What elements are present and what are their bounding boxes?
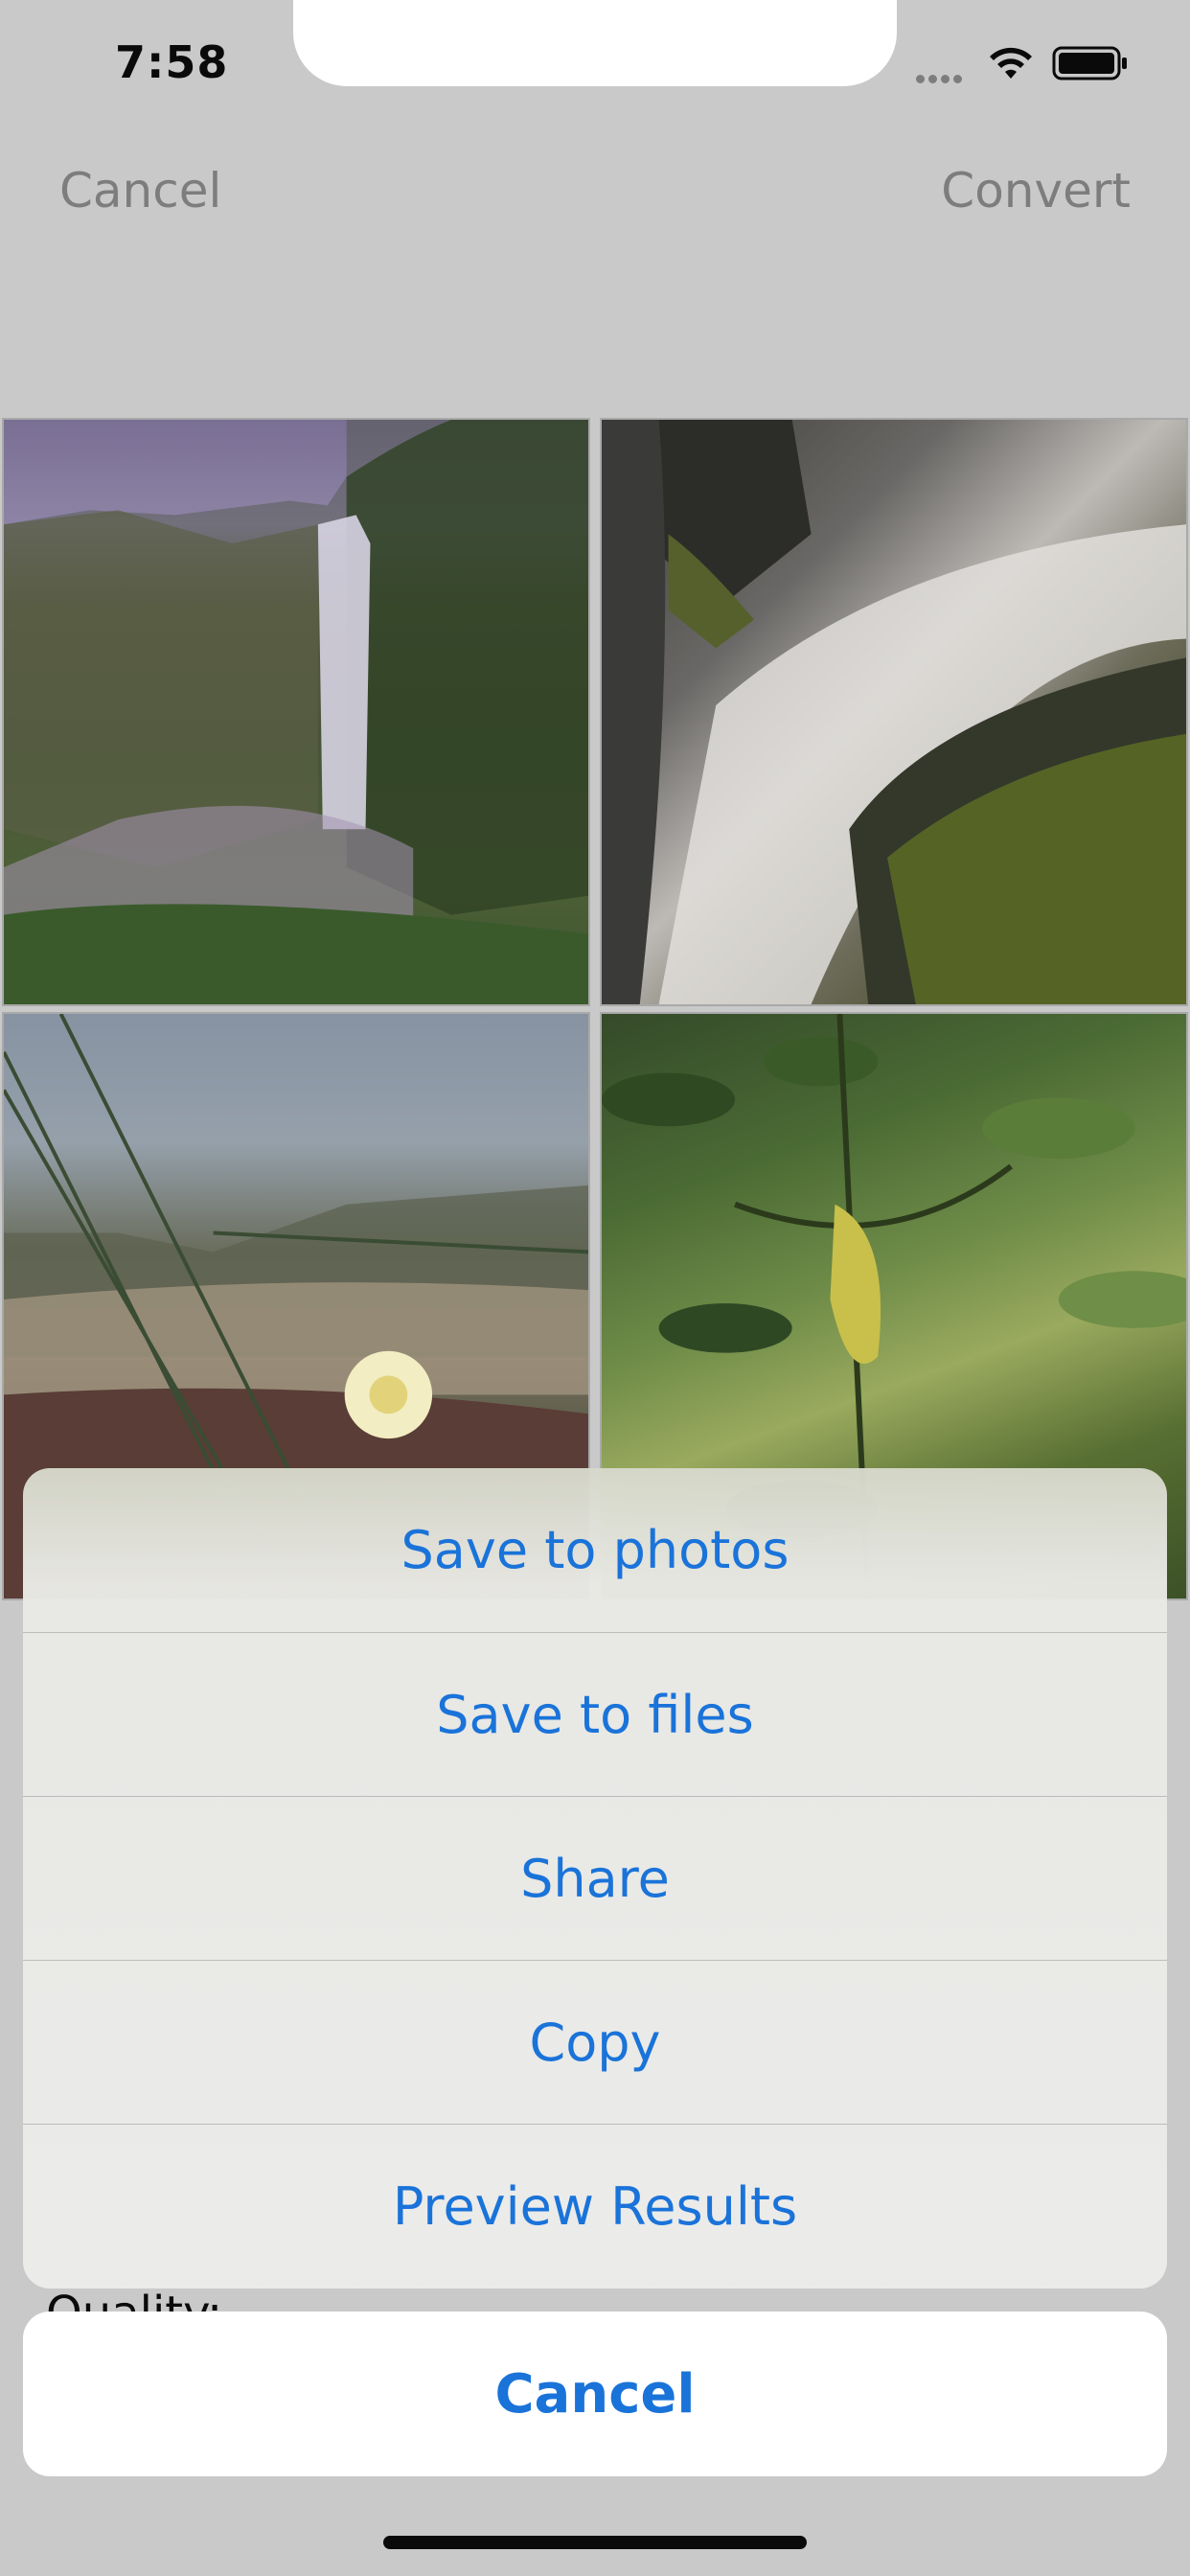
wifi-icon — [990, 47, 1032, 79]
action-sheet: Save to photos Save to files Share Copy … — [23, 1468, 1167, 2288]
status-bar: 7:58 — [0, 0, 1190, 134]
device-notch — [293, 0, 897, 86]
nav-convert-button[interactable]: Convert — [941, 163, 1131, 218]
status-time: 7:58 — [115, 36, 229, 88]
nav-cancel-button[interactable]: Cancel — [59, 163, 221, 218]
save-to-photos-button[interactable]: Save to photos — [23, 1468, 1167, 1632]
save-to-files-button[interactable]: Save to files — [23, 1632, 1167, 1796]
photo-thumbnail[interactable] — [600, 418, 1188, 1006]
home-indicator[interactable] — [383, 2536, 807, 2549]
battery-icon — [1052, 46, 1127, 80]
cellular-signal-icon — [916, 69, 970, 83]
action-sheet-cancel-button[interactable]: Cancel — [23, 2312, 1167, 2476]
copy-button[interactable]: Copy — [23, 1960, 1167, 2124]
preview-results-button[interactable]: Preview Results — [23, 2124, 1167, 2288]
share-button[interactable]: Share — [23, 1796, 1167, 1960]
photo-thumbnail[interactable] — [2, 418, 590, 1006]
